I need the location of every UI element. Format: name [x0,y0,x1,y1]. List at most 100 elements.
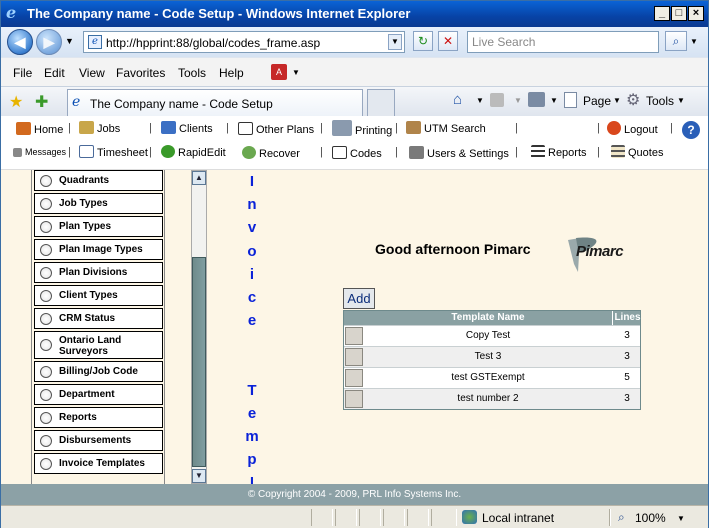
menu-view[interactable]: View [79,66,105,80]
radio-button[interactable] [40,267,52,279]
status-cell [311,509,333,526]
logo-text: Pimarc [576,243,624,260]
refresh-icon[interactable]: ↻ [413,31,433,51]
add-button[interactable]: Add [343,288,375,309]
code-item[interactable]: Plan Types [34,216,163,237]
radio-button[interactable] [40,339,52,351]
radio-button[interactable] [40,244,52,256]
add-favorite-icon[interactable]: ✚ [35,92,48,112]
scroll-down-icon[interactable]: ▼ [192,469,206,483]
scroll-up-icon[interactable]: ▲ [192,171,206,185]
menu-tools[interactable]: Tools [178,66,206,80]
radio-button[interactable] [40,366,52,378]
code-item[interactable]: Billing/Job Code [34,361,163,382]
nav-quotes[interactable]: Quotes [611,145,663,159]
radio-button[interactable] [40,175,52,187]
column-template-name: Template Name [451,312,525,323]
code-item[interactable]: Disbursements [34,430,163,451]
nav-rapidedit[interactable]: RapidEdit [161,145,226,159]
menu-file[interactable]: File [13,66,32,80]
feeds-icon[interactable] [490,93,504,107]
nav-codes[interactable]: Codes [332,146,382,160]
page-dropdown-icon[interactable]: ▼ [613,96,621,105]
nav-home[interactable]: Home [16,122,63,136]
code-item[interactable]: CRM Status [34,308,163,329]
zoom-level[interactable]: 100% [635,511,666,525]
back-icon[interactable]: ◀ [7,29,33,55]
navigation-bar: ◀ ▶ ▼ e http://hpprint:88/global/codes_f… [1,27,708,57]
nav-logout[interactable]: Logout [607,121,658,136]
history-dropdown-icon[interactable]: ▼ [65,36,74,46]
radio-button[interactable] [40,221,52,233]
maximize-button[interactable]: □ [671,6,687,21]
nav-other-plans[interactable]: Other Plans [238,122,314,136]
table-row[interactable]: test GSTExempt 5 [344,367,640,388]
nav-messages[interactable]: Messages [13,147,66,157]
table-row[interactable]: Copy Test 3 [344,325,640,346]
help-icon[interactable]: ? [682,121,700,139]
search-input[interactable]: Live Search [467,31,659,53]
pdf-icon[interactable]: A [271,64,287,80]
pdf-dropdown-icon[interactable]: ▼ [292,68,300,77]
menu-edit[interactable]: Edit [44,66,65,80]
menu-help[interactable]: Help [219,66,244,80]
home-dropdown-icon[interactable]: ▼ [476,96,484,105]
scroll-thumb[interactable] [192,257,206,467]
radio-button[interactable] [40,290,52,302]
nav-utm-search[interactable]: UTM Search [406,121,486,135]
new-tab-button[interactable] [367,89,395,116]
radio-button[interactable] [40,412,52,424]
other-plans-icon [238,122,253,135]
tools-menu[interactable]: Tools [646,94,674,108]
code-item[interactable]: Invoice Templates [34,453,163,474]
nav-clients[interactable]: Clients [161,121,213,135]
code-item[interactable]: Department [34,384,163,405]
radio-button[interactable] [40,313,52,325]
nav-printing[interactable]: Printing [332,120,392,137]
nav-users-settings[interactable]: Users & Settings [409,146,509,160]
row-select-button[interactable] [345,348,363,366]
address-dropdown-icon[interactable]: ▼ [388,34,402,50]
radio-button[interactable] [40,198,52,210]
code-item[interactable]: Client Types [34,285,163,306]
print-dropdown-icon[interactable]: ▼ [550,96,558,105]
nav-timesheet[interactable]: Timesheet [79,145,148,159]
row-select-button[interactable] [345,390,363,408]
code-item[interactable]: Plan Image Types [34,239,163,260]
zoom-dropdown-icon[interactable]: ▼ [677,514,685,523]
close-button[interactable]: × [688,6,704,21]
nav-recover[interactable]: Recover [242,146,300,160]
nav-jobs[interactable]: Jobs [79,121,120,135]
home-icon[interactable]: ⌂ [453,91,462,108]
code-item[interactable]: Reports [34,407,163,428]
row-select-button[interactable] [345,369,363,387]
address-bar[interactable]: e http://hpprint:88/global/codes_frame.a… [83,31,405,53]
search-icon[interactable]: ⌕ [665,31,687,51]
radio-button[interactable] [40,458,52,470]
code-item[interactable]: Quadrants [34,170,163,191]
code-item[interactable]: Ontario Land Surveyors [34,331,163,359]
favorites-star-icon[interactable]: ★ [9,92,23,112]
code-item[interactable]: Plan Divisions [34,262,163,283]
search-options-icon[interactable]: ▼ [690,37,698,46]
feeds-dropdown-icon[interactable]: ▼ [514,96,522,105]
page-menu[interactable]: Page [583,94,611,108]
table-row[interactable]: Test 3 3 [344,346,640,367]
radio-button[interactable] [40,389,52,401]
print-icon[interactable] [528,92,545,107]
tab-current[interactable]: e The Company name - Code Setup [67,89,363,116]
row-select-button[interactable] [345,327,363,345]
table-row[interactable]: test number 2 3 [344,388,640,409]
scrollbar[interactable]: ▲ ▼ [191,170,207,484]
menu-favorites[interactable]: Favorites [116,66,165,80]
pimarc-logo: Pimarc [566,234,638,274]
code-item[interactable]: Job Types [34,193,163,214]
zoom-icon[interactable]: ⌕ [618,510,625,525]
tools-dropdown-icon[interactable]: ▼ [677,96,685,105]
stop-icon[interactable]: ✕ [438,31,458,51]
forward-icon[interactable]: ▶ [36,29,62,55]
minimize-button[interactable]: _ [654,6,670,21]
reports-icon [531,145,545,158]
radio-button[interactable] [40,435,52,447]
nav-reports[interactable]: Reports [531,145,587,159]
